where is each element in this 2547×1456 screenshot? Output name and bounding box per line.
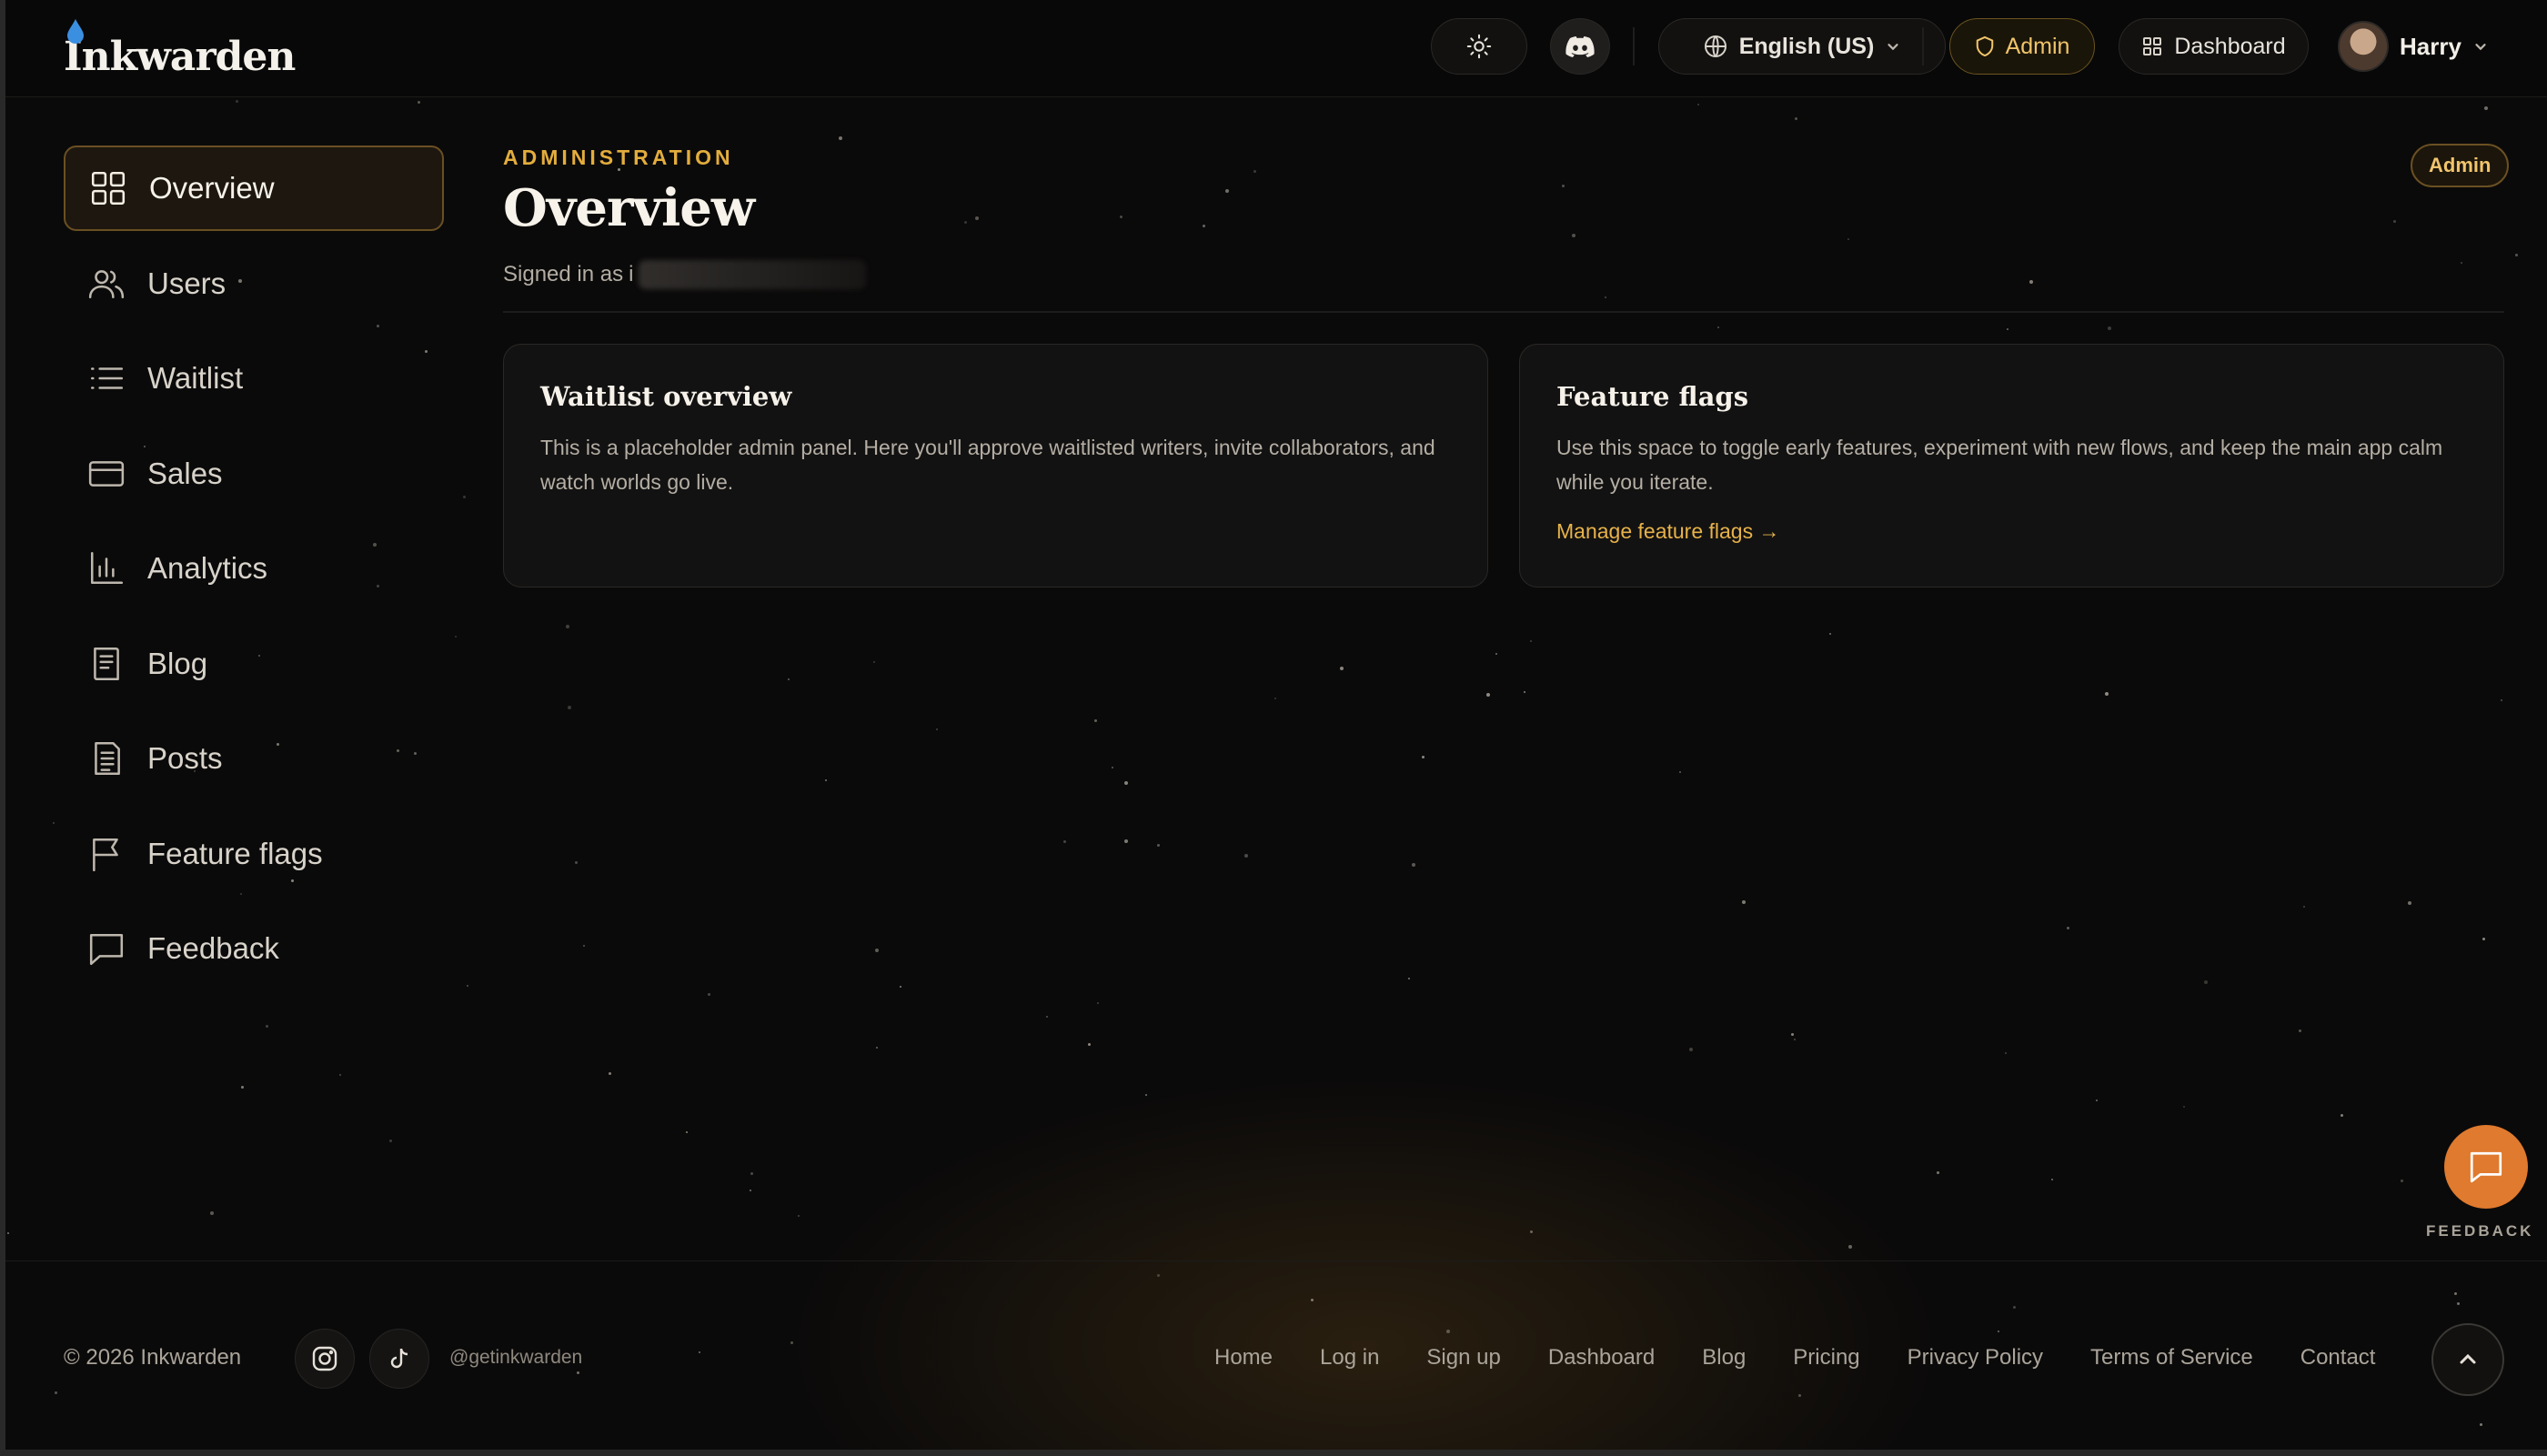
redacted-email [639, 260, 867, 289]
sidebar-item-label: Feature flags [147, 836, 323, 870]
globe-icon [1704, 35, 1727, 57]
list-icon [90, 367, 124, 389]
social-handle: @getinkwarden [449, 1347, 583, 1368]
user-name: Harry [2400, 32, 2461, 60]
sidebar-item-users[interactable]: Users [64, 241, 444, 326]
footer-link-home[interactable]: Home [1214, 1345, 1273, 1371]
grid-icon [2143, 37, 2162, 55]
scroll-to-top-button[interactable] [2431, 1323, 2504, 1396]
sidebar-item-label: Sales [147, 456, 223, 490]
dashboard-button[interactable]: Dashboard [2119, 18, 2309, 75]
instagram-button[interactable] [295, 1329, 355, 1389]
bar-chart-icon [90, 551, 124, 585]
sidebar-item-feedback[interactable]: Feedback [64, 906, 444, 991]
admin-label: Admin [2005, 33, 2070, 59]
signed-in-email: i [629, 262, 634, 286]
shield-icon [1976, 35, 1993, 57]
users-icon [88, 269, 125, 298]
admin-button[interactable]: Admin [1949, 18, 2095, 75]
header-divider [1633, 27, 1635, 65]
message-icon [89, 934, 124, 966]
copyright: © 2026 Inkwarden [64, 1345, 242, 1370]
sidebar-item-label: Feedback [147, 931, 279, 965]
sidebar-item-sales[interactable]: Sales [64, 431, 444, 517]
sidebar-item-posts[interactable]: Posts [64, 716, 444, 801]
sun-icon [1466, 34, 1492, 59]
card-title: Waitlist overview [540, 381, 792, 412]
chevron-up-icon [2460, 1353, 2476, 1364]
divider [503, 311, 2504, 313]
language-label: English (US) [1738, 33, 1875, 59]
sidebar-item-label: Overview [149, 171, 275, 205]
grid-icon [91, 171, 126, 206]
sidebar-item-waitlist[interactable]: Waitlist [64, 336, 444, 421]
discord-button[interactable] [1550, 18, 1610, 75]
avatar [2338, 21, 2389, 72]
flag-icon [93, 838, 118, 871]
footer-link-login[interactable]: Log in [1320, 1345, 1379, 1371]
document-icon [95, 741, 120, 776]
sidebar-item-feature-flags[interactable]: Feature flags [64, 811, 444, 897]
message-icon [2470, 1151, 2502, 1183]
ink-drop-icon [67, 19, 84, 44]
instagram-icon [312, 1346, 337, 1371]
sidebar-item-overview[interactable]: Overview [64, 146, 444, 231]
section-eyebrow: ADMINISTRATION [503, 146, 734, 169]
tiktok-button[interactable] [369, 1329, 429, 1389]
dashboard-label: Dashboard [2174, 33, 2286, 59]
window-edge [0, 1450, 2547, 1456]
footer-link-contact[interactable]: Contact [2300, 1345, 2376, 1371]
footer-link-blog[interactable]: Blog [1702, 1345, 1746, 1371]
sidebar-item-blog[interactable]: Blog [64, 621, 444, 707]
sidebar-item-label: Waitlist [147, 361, 244, 395]
site-footer: © 2026 Inkwarden @getinkwarden Home Log … [0, 1260, 2547, 1451]
feedback-button[interactable] [2444, 1125, 2528, 1209]
manage-feature-flags-link[interactable]: Manage feature flags → [1556, 519, 1779, 544]
sidebar-item-label: Users [147, 266, 227, 300]
signed-in-prefix: Signed in as [503, 262, 624, 286]
card-body: Use this space to toggle early features,… [1556, 436, 2443, 494]
sidebar-item-label: Blog [147, 646, 208, 680]
header-divider [1922, 27, 1924, 65]
sidebar-item-analytics[interactable]: Analytics [64, 526, 444, 611]
footer-link-privacy[interactable]: Privacy Policy [1908, 1345, 2043, 1371]
book-icon [94, 647, 119, 680]
feature-flags-card: Feature flags Use this space to toggle e… [1519, 344, 2504, 587]
discord-icon [1565, 36, 1595, 57]
footer-link-signup[interactable]: Sign up [1426, 1345, 1500, 1371]
card-title: Feature flags [1556, 381, 1749, 412]
role-badge: Admin [2411, 144, 2510, 187]
sidebar-item-label: Posts [147, 741, 223, 775]
chevron-down-icon [1888, 44, 1898, 51]
sidebar-item-label: Analytics [147, 551, 268, 585]
user-menu[interactable]: Harry [2338, 18, 2489, 75]
credit-card-icon [88, 460, 125, 487]
signed-in-line: Signed in as i [503, 260, 867, 289]
footer-link-dashboard[interactable]: Dashboard [1548, 1345, 1655, 1371]
tiktok-icon [390, 1348, 408, 1369]
page-title: Overview [503, 178, 755, 238]
card-body: This is a placeholder admin panel. Here … [540, 436, 1435, 494]
window-edge [0, 0, 5, 1456]
language-selector[interactable]: English (US) [1658, 18, 1946, 75]
feedback-label: FEEDBACK [2426, 1222, 2534, 1240]
footer-link-pricing[interactable]: Pricing [1793, 1345, 1859, 1371]
chevron-down-icon [2475, 44, 2486, 51]
theme-toggle-button[interactable] [1431, 18, 1527, 75]
top-header: Inkwarden English (US) Admin Dashboard H… [0, 0, 2547, 97]
waitlist-overview-card: Waitlist overview This is a placeholder … [503, 344, 1488, 587]
footer-link-terms[interactable]: Terms of Service [2090, 1345, 2253, 1371]
admin-sidebar: Overview Users Waitlist Sales Analytics [64, 146, 444, 1001]
footer-links: Home Log in Sign up Dashboard Blog Prici… [1214, 1345, 2375, 1371]
brand-logo[interactable]: Inkwarden [64, 16, 296, 80]
brand-name: Inkwarden [64, 34, 296, 80]
